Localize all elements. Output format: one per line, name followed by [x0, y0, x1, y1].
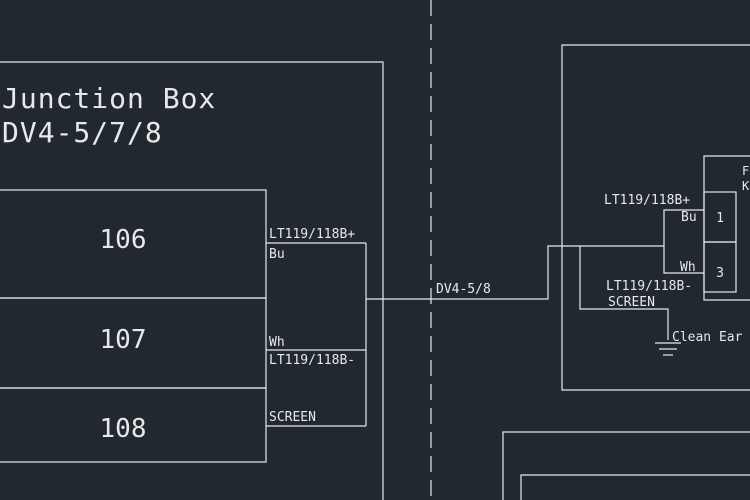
junction-box-subtitle: DV4-5/7/8	[2, 116, 163, 149]
jb-bu-label: Bu	[269, 247, 285, 262]
wiring-diagram: Junction Box DV4-5/7/8 106 107 108 LT119…	[0, 0, 750, 500]
cable-label: DV4-5/8	[436, 282, 491, 297]
jb-wh-label: Wh	[269, 335, 285, 350]
jb-neg-cable-label: LT119/118B-	[269, 353, 355, 368]
terminal-108-label: 108	[100, 414, 147, 444]
field-pos-cable-label: LT119/118B+	[604, 193, 690, 208]
field-wh-label: Wh	[680, 260, 696, 275]
device-box-label-2: K	[742, 179, 750, 193]
lower-box-inner	[520, 474, 750, 500]
jb-screen-label: SCREEN	[269, 410, 316, 425]
terminal-3-label: 3	[716, 266, 724, 281]
terminal-106-label: 106	[100, 225, 147, 255]
terminal-107-label: 107	[100, 325, 147, 355]
terminal-1-label: 1	[716, 211, 724, 226]
jb-pos-cable-label: LT119/118B+	[269, 227, 355, 242]
device-box-label-1: F	[742, 164, 749, 178]
field-screen-label: SCREEN	[608, 295, 655, 310]
junction-box-title: Junction Box	[2, 82, 216, 115]
field-neg-cable-label: LT119/118B-	[606, 279, 692, 294]
lower-box-outer	[502, 431, 750, 500]
field-bu-label: Bu	[681, 210, 697, 225]
earth-label: Clean Ear	[672, 330, 743, 345]
